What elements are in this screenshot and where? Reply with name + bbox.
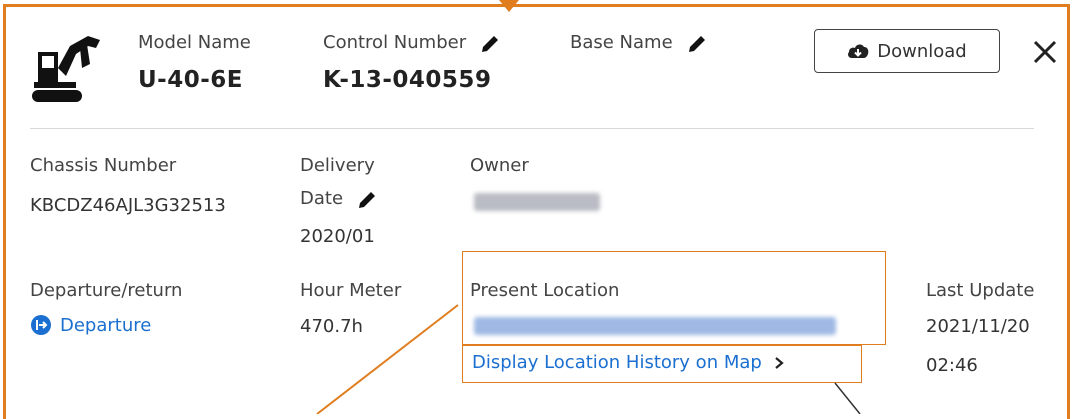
hour-meter-value: 470.7h bbox=[300, 316, 363, 337]
chassis-number-value: KBCDZ46AJL3G32513 bbox=[30, 195, 226, 216]
download-label: Download bbox=[877, 40, 967, 62]
chevron-right-icon bbox=[775, 356, 784, 369]
model-name-label: Model Name bbox=[138, 32, 251, 53]
delivery-date-value: 2020/01 bbox=[300, 226, 375, 247]
departure-value[interactable]: Departure bbox=[60, 315, 151, 336]
base-name-header: Base Name bbox=[570, 32, 708, 55]
last-update-time: 02:46 bbox=[926, 355, 978, 376]
cloud-download-icon bbox=[848, 44, 869, 58]
base-name-label: Base Name bbox=[570, 32, 673, 53]
excavator-icon bbox=[32, 36, 100, 102]
hour-meter-label: Hour Meter bbox=[300, 280, 402, 301]
location-history-link-label[interactable]: Display Location History on Map bbox=[472, 352, 762, 373]
last-update-label: Last Update bbox=[926, 280, 1035, 301]
delivery-date-label-row: Date bbox=[300, 188, 378, 211]
owner-label: Owner bbox=[470, 155, 529, 176]
download-button[interactable]: Download bbox=[814, 29, 1000, 73]
present-location-value-redacted[interactable] bbox=[474, 317, 836, 335]
pencil-icon[interactable] bbox=[479, 33, 501, 55]
departure-status[interactable]: Departure bbox=[30, 314, 151, 336]
last-update-date: 2021/11/20 bbox=[926, 316, 1030, 337]
departure-icon bbox=[31, 315, 51, 335]
control-number-label: Control Number bbox=[323, 32, 467, 53]
present-location-label: Present Location bbox=[470, 280, 620, 301]
pencil-icon[interactable] bbox=[356, 189, 378, 211]
control-number-value: K-13-040559 bbox=[323, 67, 492, 93]
departure-return-label: Departure/return bbox=[30, 280, 183, 301]
close-icon[interactable] bbox=[1030, 37, 1060, 67]
pencil-icon[interactable] bbox=[686, 33, 708, 55]
delivery-date-label-line2: Date bbox=[300, 188, 344, 209]
model-name-value: U-40-6E bbox=[138, 67, 243, 93]
control-number-header: Control Number bbox=[323, 32, 501, 55]
delivery-date-label-line1: Delivery bbox=[300, 155, 375, 176]
header-divider bbox=[30, 128, 1034, 129]
location-history-link[interactable]: Display Location History on Map bbox=[472, 352, 786, 373]
owner-value-redacted bbox=[474, 193, 600, 211]
chassis-number-label: Chassis Number bbox=[30, 155, 177, 176]
